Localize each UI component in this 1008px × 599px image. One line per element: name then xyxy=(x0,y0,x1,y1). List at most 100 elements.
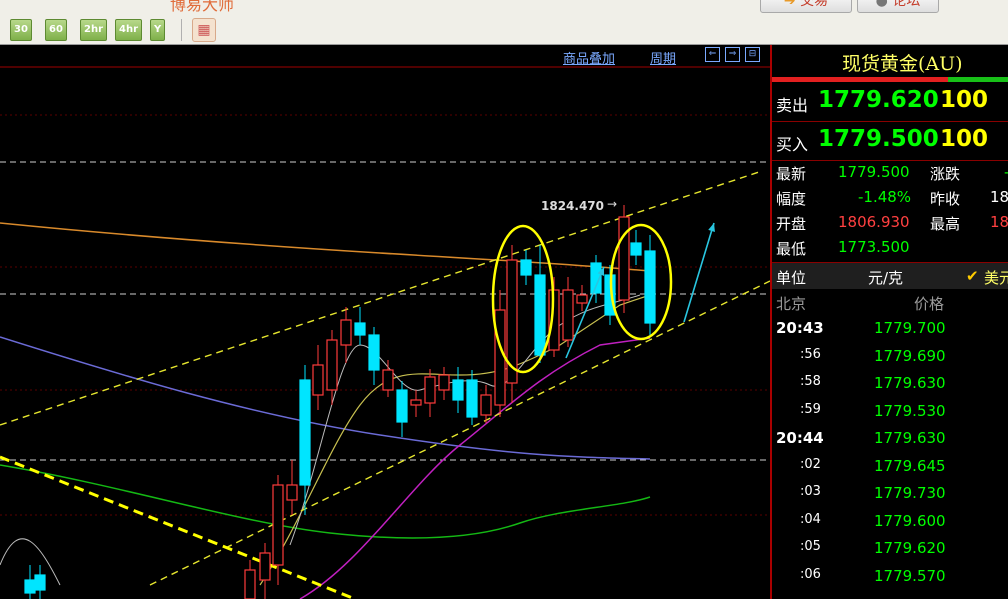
tick-time: :05 xyxy=(800,539,821,554)
open-value: 1806.930 xyxy=(838,213,910,231)
change-value: - xyxy=(1004,163,1008,181)
quote-panel: 现货黄金(AU) 卖出 1779.620 100 买入 1779.500 100… xyxy=(770,45,1008,599)
tick-header: 北京 价格 xyxy=(772,289,1008,315)
tick-row: :05 1779.620 xyxy=(772,535,1008,562)
tick-price: 1779.645 xyxy=(874,456,946,475)
tick-price: 1779.600 xyxy=(874,511,946,530)
period-60-button[interactable]: 60 xyxy=(45,19,67,41)
trend-arrow-right-shaft xyxy=(683,222,715,323)
candle-body xyxy=(259,552,271,581)
period-link[interactable]: 周期 xyxy=(650,48,676,67)
low-label: 最低 xyxy=(776,240,807,258)
high-arrow-icon: → xyxy=(607,197,618,211)
ma-blue-line xyxy=(0,336,651,460)
open-label: 开盘 xyxy=(776,215,807,233)
tick-price: 1779.570 xyxy=(874,566,946,585)
tick-time: 20:43 xyxy=(776,319,824,337)
candle-body xyxy=(576,294,588,304)
overlay-link[interactable]: 商品叠加 xyxy=(563,48,615,67)
amplitude-value: -1.48% xyxy=(858,188,912,206)
tick-time: :59 xyxy=(800,401,821,417)
candle-body xyxy=(452,379,464,401)
candle-body xyxy=(354,322,366,336)
nav-right-icon[interactable]: ⇒ xyxy=(725,47,740,62)
candle-body xyxy=(534,274,546,356)
currency-label: 美元 xyxy=(984,269,1008,287)
trade-button-label: 交易 xyxy=(800,0,829,9)
bid-ask-bar xyxy=(772,77,1008,82)
tick-time: :06 xyxy=(800,566,821,582)
tick-row: :59 1779.530 xyxy=(772,398,1008,425)
tick-time: 20:44 xyxy=(776,429,824,447)
tick-row: 20:44 1779.630 xyxy=(772,425,1008,452)
tick-price-header: 价格 xyxy=(914,295,945,313)
candle-body xyxy=(644,250,656,324)
candle-body xyxy=(34,574,46,591)
period-y-button[interactable]: Y xyxy=(150,19,166,41)
candle-body xyxy=(286,484,298,501)
instrument-name: 现货黄金(AU) xyxy=(842,53,963,75)
sell-label: 卖出 xyxy=(776,96,809,115)
tick-time: :02 xyxy=(800,456,821,472)
quote-title-bar: 现货黄金(AU) xyxy=(772,45,1008,77)
tick-time: :04 xyxy=(800,511,821,527)
unit-value: 元/克 xyxy=(868,269,904,287)
unit-label: 单位 xyxy=(776,269,807,287)
tick-row: 20:43 1779.700 xyxy=(772,315,1008,342)
candle-body xyxy=(244,569,256,599)
toolbar: 博易大师 30 60 2hr 4hr Y ▦ ➔ 交易 ● 论坛 xyxy=(0,0,1008,45)
tick-price: 1779.700 xyxy=(874,319,946,337)
buy-label: 买入 xyxy=(776,135,809,154)
candle-body xyxy=(480,394,492,416)
candle-body xyxy=(382,369,394,391)
trend-channel-lower xyxy=(149,280,770,586)
trade-button[interactable]: ➔ 交易 xyxy=(760,0,852,13)
check-icon[interactable]: ✔ xyxy=(966,267,979,285)
tick-time: :03 xyxy=(800,484,821,499)
tick-time: :58 xyxy=(800,374,821,389)
period-4hr-button[interactable]: 4hr xyxy=(115,19,143,41)
candle-body xyxy=(24,579,36,594)
candle-body xyxy=(312,364,324,396)
tick-row: :06 1779.570 xyxy=(772,563,1008,590)
nav-left-icon[interactable]: ⇐ xyxy=(705,47,720,62)
stats-grid: 最新 1779.500 涨跌 - 幅度 -1.48% 昨收 18 开盘 1806… xyxy=(772,161,1008,261)
low-value: 1773.500 xyxy=(838,238,910,256)
candle-body xyxy=(466,379,478,418)
candle-body xyxy=(494,309,506,406)
latest-label: 最新 xyxy=(776,165,807,183)
app-name: 博易大师 xyxy=(170,0,235,14)
high-value: 18 xyxy=(990,213,1008,231)
tick-row: :58 1779.630 xyxy=(772,370,1008,397)
ma-orange-line xyxy=(0,222,651,272)
high-label: 最高 xyxy=(930,215,961,233)
candle-body xyxy=(520,259,532,276)
period-30-button[interactable]: 30 xyxy=(10,19,32,41)
tick-price: 1779.630 xyxy=(874,429,946,447)
tick-price: 1779.620 xyxy=(874,539,946,557)
candle-body xyxy=(396,389,408,423)
tick-row: :04 1779.600 xyxy=(772,508,1008,535)
nav-panel-icon[interactable]: ⊟ xyxy=(745,47,760,62)
candle-body xyxy=(272,484,284,566)
tick-price: 1779.690 xyxy=(874,346,946,365)
tick-price: 1779.530 xyxy=(874,401,946,420)
tick-list[interactable]: 20:43 1779.700:56 1779.690:58 1779.630:59 17… xyxy=(772,315,1008,599)
calendar-icon[interactable]: ▦ xyxy=(192,18,216,42)
tick-time-header: 北京 xyxy=(776,295,807,313)
tick-row: :02 1779.645 xyxy=(772,453,1008,480)
candle-body xyxy=(368,334,380,371)
tick-time: :56 xyxy=(800,346,821,362)
unit-row: 单位 元/克 ✔ 美元 xyxy=(772,262,1008,289)
candlestick-chart[interactable]: 商品叠加 周期 ⇐ ⇒ ⊟ 1824.470 → xyxy=(0,45,770,599)
prev-close-label: 昨收 xyxy=(930,190,961,208)
candle-body xyxy=(438,374,450,391)
candle-body xyxy=(630,242,642,256)
high-price-label: 1824.470 xyxy=(541,199,605,213)
prev-close-value: 18 xyxy=(990,188,1008,206)
tick-price: 1779.730 xyxy=(874,484,946,502)
change-label: 涨跌 xyxy=(930,165,961,183)
period-2hr-button[interactable]: 2hr xyxy=(80,19,108,41)
sell-volume: 100 xyxy=(940,87,989,113)
forum-button[interactable]: ● 论坛 xyxy=(857,0,939,13)
